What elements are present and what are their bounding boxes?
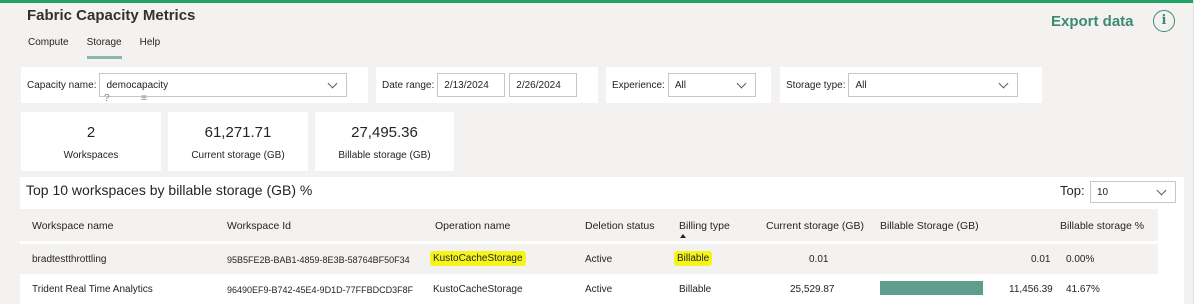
column-header-operation-name[interactable]: Operation name xyxy=(435,220,510,232)
tab-help[interactable]: Help xyxy=(140,37,161,59)
cell-workspace-id: 95B5FE2B-BAB1-4859-8E3B-58764BF50F34 xyxy=(227,255,410,265)
kpi-value: 27,495.36 xyxy=(351,124,418,141)
chevron-down-icon xyxy=(328,78,338,88)
chevron-down-icon xyxy=(736,78,747,88)
cell-billing-type: Billable xyxy=(679,284,712,295)
experience-filter-card: Experience: All xyxy=(606,67,771,103)
chevron-down-icon xyxy=(999,78,1009,88)
column-header-workspace-id[interactable]: Workspace Id xyxy=(227,220,291,232)
export-data-button[interactable]: Export data xyxy=(1051,13,1134,30)
kpi-value: 61,271.71 xyxy=(204,124,272,141)
table-header: Workspace name Workspace Id Operation na… xyxy=(20,209,1158,241)
kpi-label: Current storage (GB) xyxy=(191,150,285,161)
cell-operation-name: KustoCacheStorage xyxy=(433,284,523,295)
tab-storage[interactable]: Storage xyxy=(86,37,122,59)
app-title: Fabric Capacity Metrics xyxy=(27,7,196,24)
column-header-billing-type[interactable]: Billing type xyxy=(679,220,730,232)
report-tabs: Compute Storage Help xyxy=(28,37,178,59)
cell-current-storage: 0.01 xyxy=(809,254,829,265)
cell-current-storage: 25,529.87 xyxy=(790,284,835,295)
capacity-filter-label: Capacity name: xyxy=(27,79,97,91)
cell-workspace-name: Trident Real Time Analytics xyxy=(32,284,153,295)
date-range-label: Date range: xyxy=(382,79,435,91)
info-icon[interactable]: i xyxy=(1153,10,1175,32)
sort-ascending-icon xyxy=(680,234,686,238)
top-n-label: Top: xyxy=(1060,183,1085,198)
table-row[interactable]: Trident Real Time Analytics 96490EF9-B74… xyxy=(20,275,1158,304)
date-end-input[interactable]: 2/26/2024 xyxy=(509,73,578,97)
cell-deletion-status: Active xyxy=(585,284,613,295)
cell-billable-storage: 0.01 xyxy=(1031,254,1051,265)
cell-billable-storage: 11,456.39 xyxy=(1009,284,1053,295)
column-header-current-storage[interactable]: Current storage (GB) xyxy=(766,220,864,232)
cell-billable-pct: 0.00% xyxy=(1066,254,1095,265)
billable-storage-bar xyxy=(880,281,983,295)
kpi-label: Billable storage (GB) xyxy=(338,150,431,161)
tab-compute[interactable]: Compute xyxy=(28,37,69,59)
kpi-label: Workspaces xyxy=(63,150,119,161)
column-header-billable-pct[interactable]: Billable storage % xyxy=(1060,220,1144,232)
storage-type-label: Storage type: xyxy=(786,79,846,91)
top-workspaces-panel: Top 10 workspaces by billable storage (G… xyxy=(20,177,1184,304)
cell-operation-name: KustoCacheStorage xyxy=(430,251,526,266)
experience-select-value: All xyxy=(674,79,686,91)
date-range-filter-card: Date range: 2/13/2024 2/26/2024 xyxy=(376,67,598,103)
top-n-select[interactable]: 10 xyxy=(1090,181,1176,203)
filter-icon[interactable]: ≡ xyxy=(141,93,147,104)
cell-billing-type: Billable xyxy=(674,251,713,266)
kpi-workspaces: 2 Workspaces xyxy=(21,112,161,171)
experience-label: Experience: xyxy=(612,79,665,91)
help-icon[interactable]: ? xyxy=(104,93,110,104)
column-header-workspace-name[interactable]: Workspace name xyxy=(32,220,114,232)
capacity-select-value: democapacity xyxy=(106,79,169,91)
kpi-value: 2 xyxy=(86,124,96,141)
column-header-deletion-status[interactable]: Deletion status xyxy=(585,220,654,232)
storage-type-select[interactable]: All xyxy=(848,73,1019,97)
chevron-down-icon xyxy=(1156,185,1167,195)
storage-type-filter-card: Storage type: All xyxy=(780,67,1042,103)
kpi-billable-storage: 27,495.36 Billable storage (GB) xyxy=(315,112,454,171)
cell-deletion-status: Active xyxy=(585,254,613,265)
column-header-billable-storage[interactable]: Billable Storage (GB) xyxy=(880,220,979,232)
top-n-select-value: 10 xyxy=(1097,186,1109,198)
page-scrollbar[interactable] xyxy=(1193,0,1201,304)
kpi-current-storage: 61,271.71 Current storage (GB) xyxy=(168,112,308,171)
table-row[interactable]: bradtestthrottling 95B5FE2B-BAB1-4859-8E… xyxy=(20,244,1158,274)
experience-select[interactable]: All xyxy=(667,73,756,97)
storage-type-select-value: All xyxy=(855,79,867,91)
capacity-select[interactable]: democapacity xyxy=(99,73,348,97)
capacity-filter-card: Capacity name: democapacity xyxy=(21,67,368,103)
cell-workspace-id: 96490EF9-B742-45E4-9D1D-77FFBDCD3F8F xyxy=(227,285,414,295)
table-scroll-area xyxy=(1158,209,1184,304)
cell-workspace-name: bradtestthrottling xyxy=(32,254,107,265)
date-start-input[interactable]: 2/13/2024 xyxy=(437,73,506,97)
cell-billable-pct: 41.67% xyxy=(1066,284,1100,295)
top-accent-line xyxy=(0,0,1201,3)
panel-title: Top 10 workspaces by billable storage (G… xyxy=(26,182,313,198)
